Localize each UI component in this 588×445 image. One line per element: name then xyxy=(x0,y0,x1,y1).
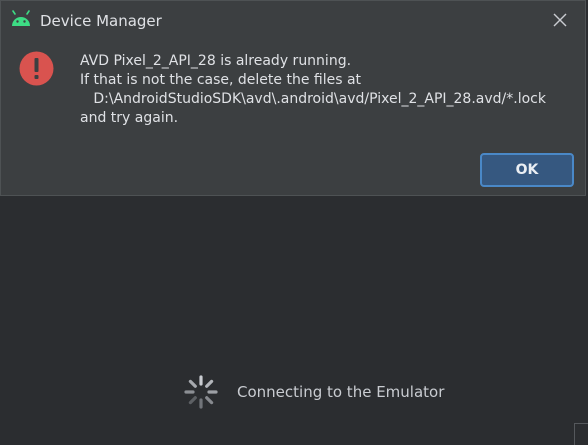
message-line-path: D:\AndroidStudioSDK\avd\.android\avd/Pix… xyxy=(80,91,546,107)
connection-status: Connecting to the Emulator xyxy=(184,375,484,409)
android-icon xyxy=(12,10,30,26)
message-line: and try again. xyxy=(80,110,179,126)
dialog-titlebar[interactable]: Device Manager xyxy=(1,1,585,39)
error-dialog: Device Manager AVD Pixel_2_API_28 is alr… xyxy=(0,0,586,196)
error-icon xyxy=(19,51,54,86)
window-corner xyxy=(574,423,588,445)
message-line: If that is not the case, delete the file… xyxy=(80,72,362,88)
dialog-title: Device Manager xyxy=(40,12,162,30)
loading-spinner-icon xyxy=(184,375,218,409)
error-message: AVD Pixel_2_API_28 is already running. I… xyxy=(80,52,580,128)
message-line: AVD Pixel_2_API_28 is already running. xyxy=(80,53,352,69)
close-icon[interactable] xyxy=(549,9,571,31)
status-text: Connecting to the Emulator xyxy=(237,383,445,401)
ok-button[interactable]: OK xyxy=(480,153,574,187)
